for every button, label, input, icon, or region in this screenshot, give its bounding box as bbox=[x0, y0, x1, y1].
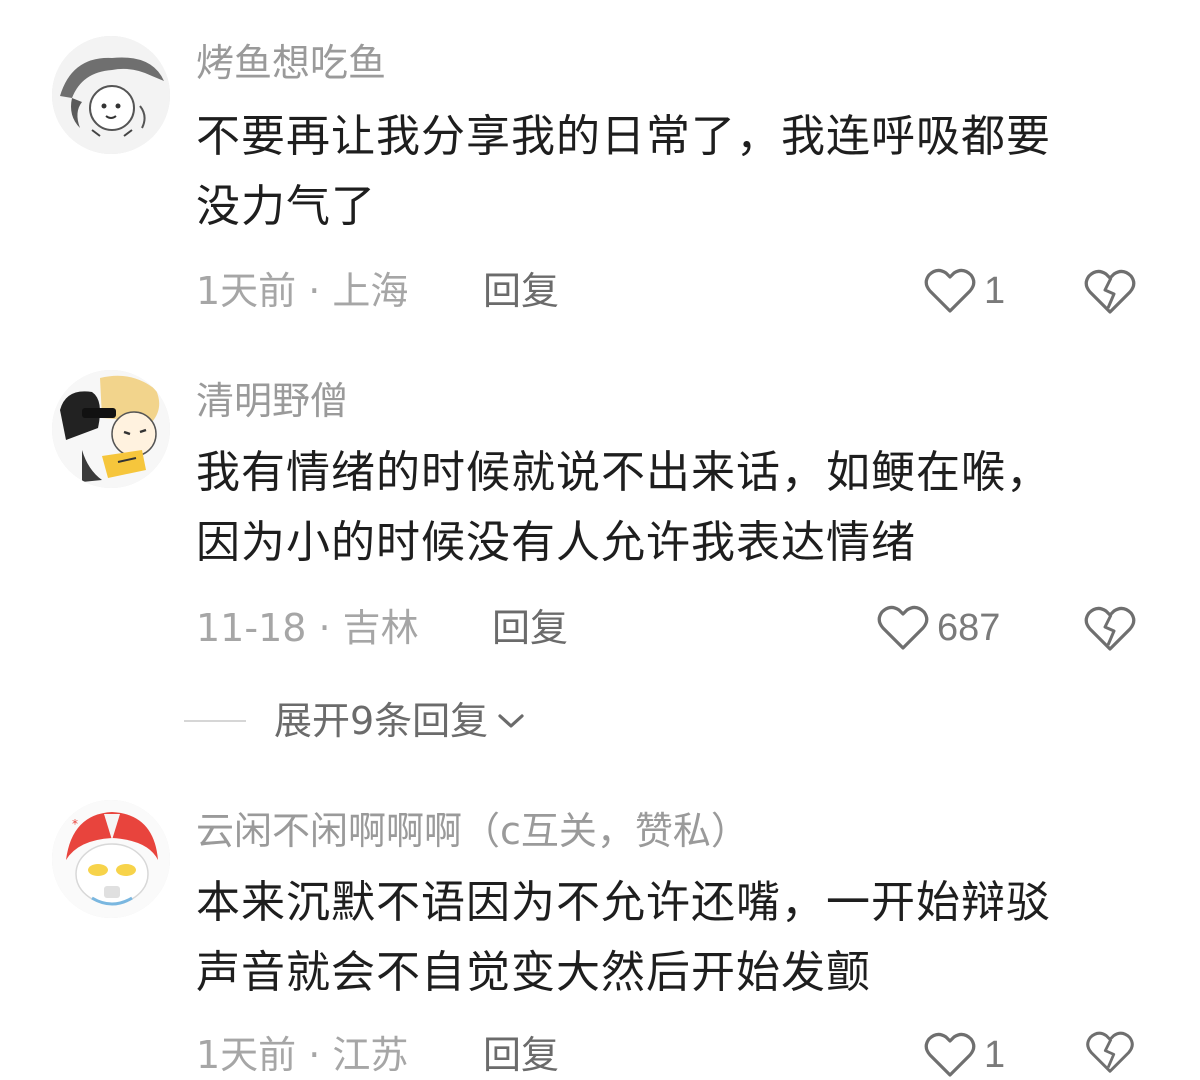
avatar[interactable] bbox=[52, 36, 170, 154]
comment-text-line: 本来沉默不语因为不允许还嘴，一开始辩驳 bbox=[196, 877, 1051, 928]
comment-text: 本来沉默不语因为不允许还嘴，一开始辩驳 声音就会不自觉变大然后开始发颤 bbox=[196, 868, 1156, 1008]
comment-text: 不要再让我分享我的日常了，我连呼吸都要 没力气了 bbox=[196, 102, 1156, 242]
avatar[interactable]: * bbox=[52, 800, 170, 918]
dislike-button[interactable] bbox=[1084, 268, 1136, 320]
svg-text:*: * bbox=[72, 817, 78, 831]
comment-text-line: 因为小的时候没有人允许我表达情绪 bbox=[196, 517, 916, 568]
comment-meta: 11-18 · 吉林 bbox=[196, 606, 419, 650]
like-count: 1 bbox=[984, 1034, 1006, 1076]
broken-heart-icon bbox=[1084, 269, 1136, 314]
comment-text-line: 声音就会不自觉变大然后开始发颤 bbox=[196, 947, 871, 998]
comment-text-line: 不要再让我分享我的日常了，我连呼吸都要 bbox=[196, 111, 1051, 162]
reply-button[interactable]: 回复 bbox=[483, 266, 559, 316]
broken-heart-icon bbox=[1086, 1031, 1134, 1073]
comment-text-line: 我有情绪的时候就说不出来话，如鲠在喉， bbox=[196, 447, 1051, 498]
heart-outline-icon bbox=[877, 605, 929, 650]
username[interactable]: 清明野僧 bbox=[196, 376, 348, 426]
expand-replies-button[interactable]: 展开9条回复 bbox=[184, 696, 526, 746]
heart-outline-icon bbox=[924, 1032, 976, 1077]
broken-heart-icon bbox=[1084, 606, 1136, 651]
comment-meta: 1天前 · 上海 bbox=[196, 269, 409, 313]
heart-outline-icon bbox=[924, 268, 976, 313]
username[interactable]: 云闲不闲啊啊啊（c互关，赞私） bbox=[196, 806, 749, 856]
dislike-button[interactable] bbox=[1084, 605, 1136, 657]
like-button[interactable]: 1 bbox=[924, 1030, 1005, 1080]
like-button[interactable]: 1 bbox=[924, 266, 1005, 316]
reply-button[interactable]: 回复 bbox=[492, 603, 568, 653]
divider-line bbox=[184, 720, 246, 722]
comment-meta: 1天前 · 江苏 bbox=[196, 1033, 409, 1077]
avatar[interactable] bbox=[52, 370, 170, 488]
chevron-down-icon bbox=[498, 714, 524, 728]
avatar-illustration: * bbox=[52, 800, 170, 918]
comment-text-line: 没力气了 bbox=[196, 181, 376, 232]
username[interactable]: 烤鱼想吃鱼 bbox=[196, 38, 386, 88]
like-count: 687 bbox=[937, 607, 1001, 649]
expand-replies-label: 展开9条回复 bbox=[274, 699, 489, 743]
avatar-illustration bbox=[52, 370, 170, 488]
like-count: 1 bbox=[984, 270, 1006, 312]
dislike-button[interactable] bbox=[1084, 1030, 1136, 1079]
like-button[interactable]: 687 bbox=[877, 603, 1000, 653]
comment-text: 我有情绪的时候就说不出来话，如鲠在喉， 因为小的时候没有人允许我表达情绪 bbox=[196, 438, 1156, 578]
avatar-illustration bbox=[52, 36, 170, 154]
reply-button[interactable]: 回复 bbox=[483, 1030, 559, 1080]
